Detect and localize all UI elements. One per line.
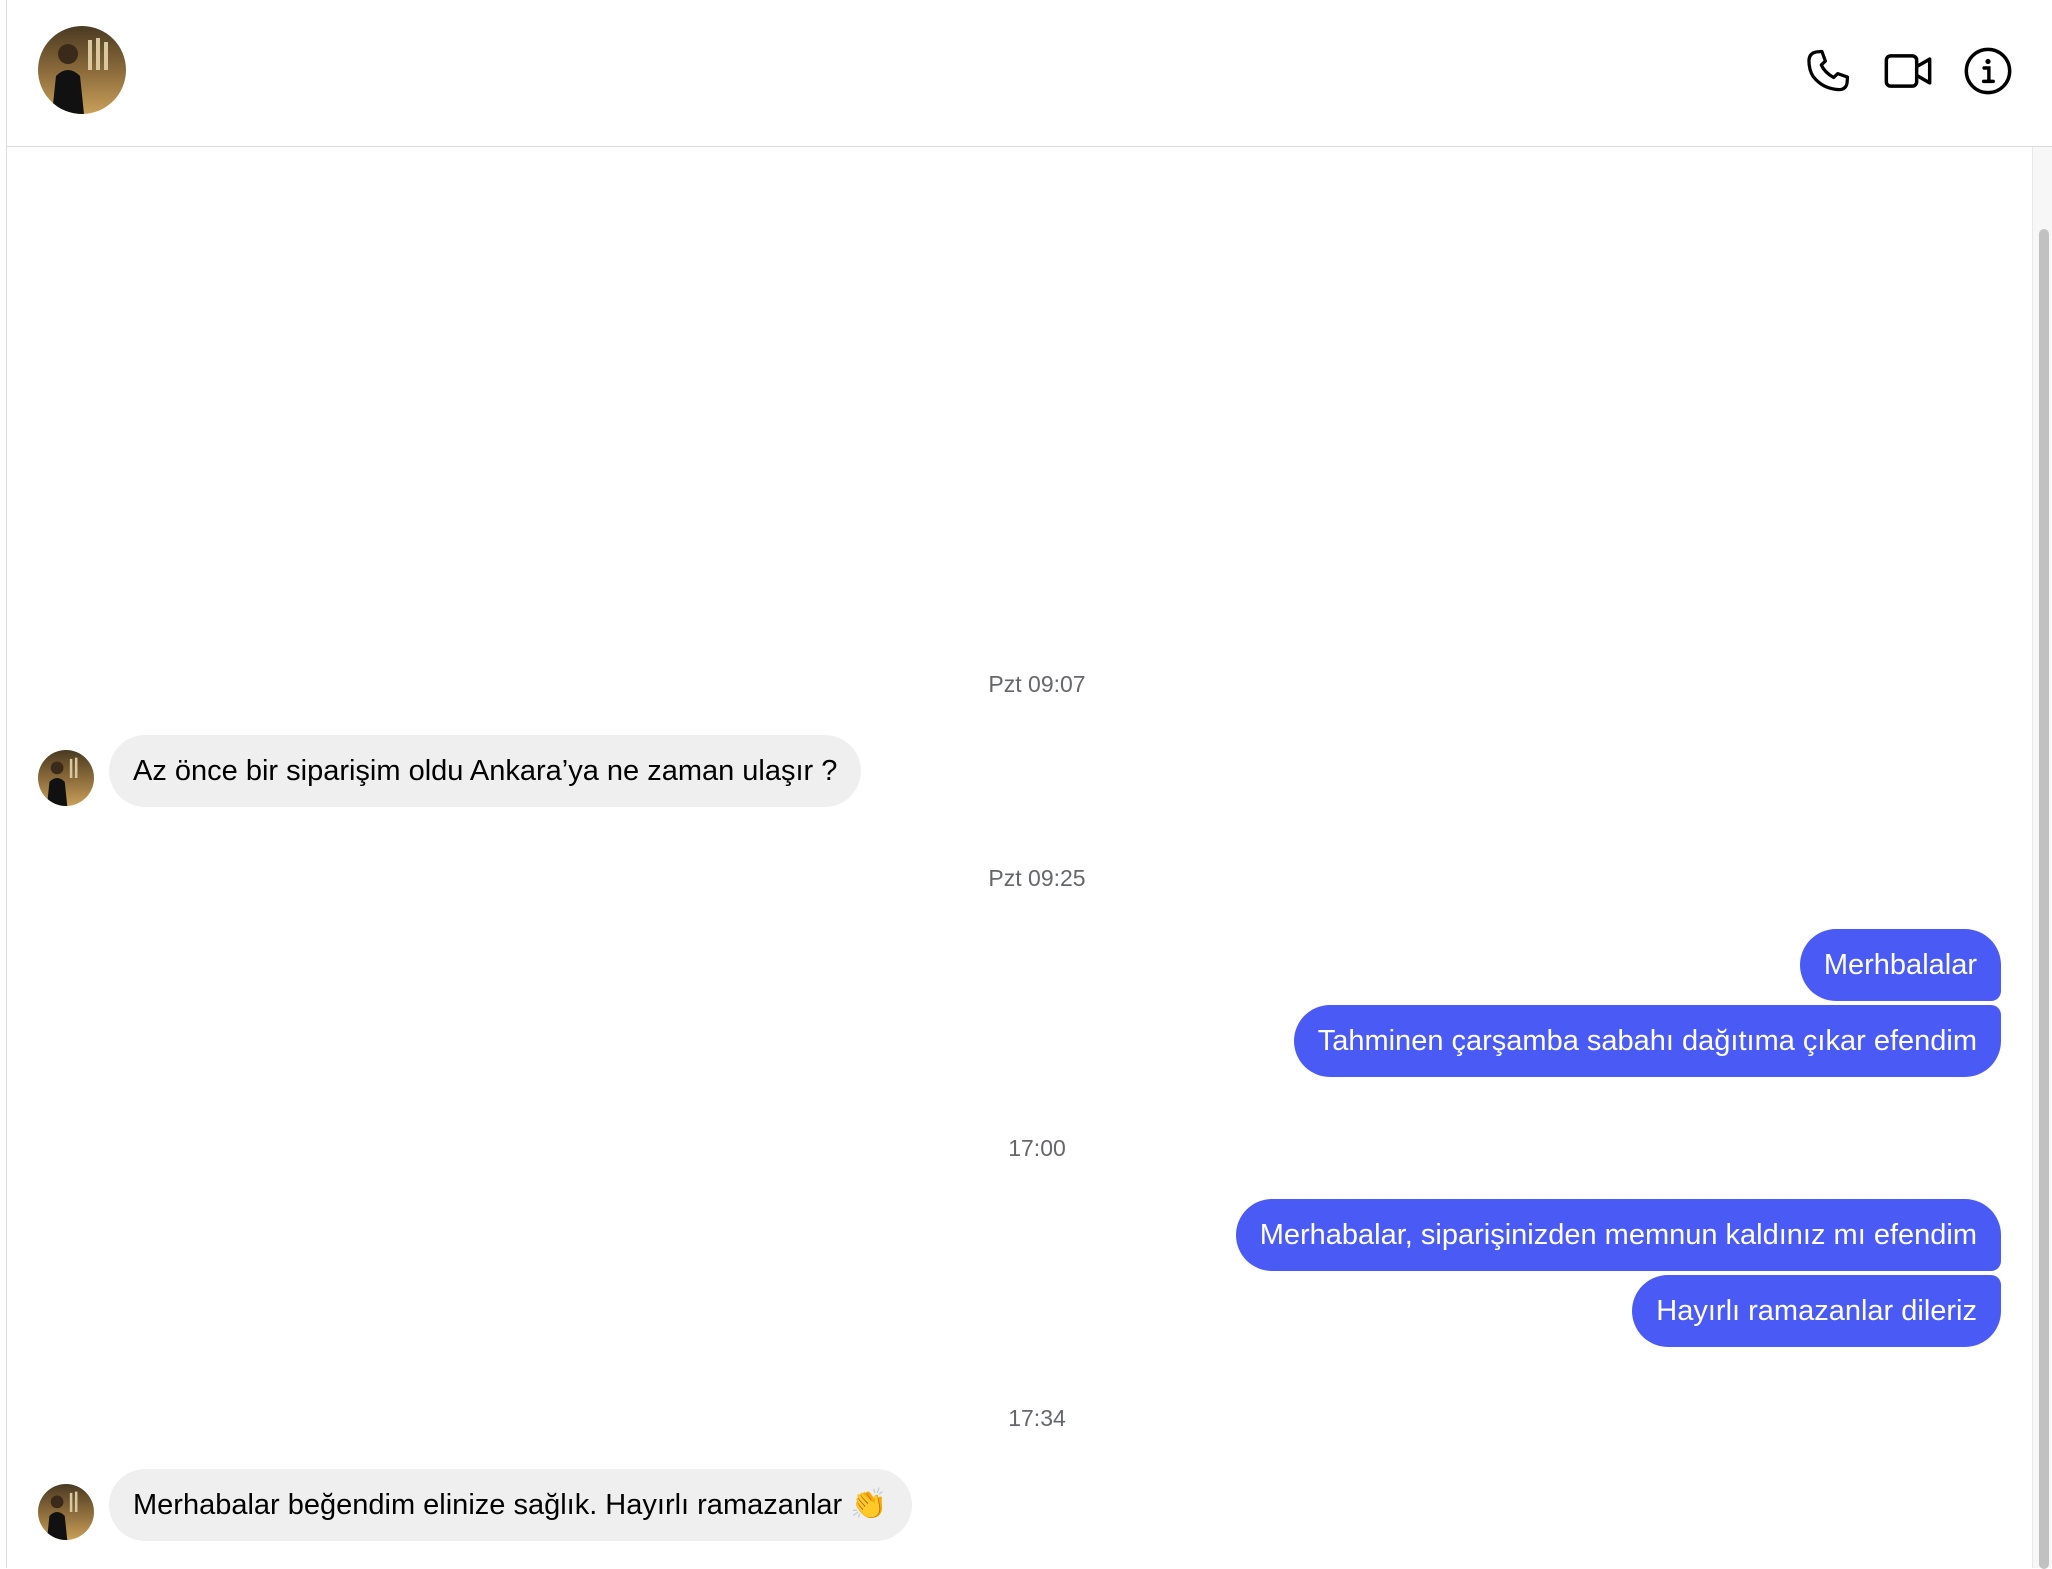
video-camera-icon [1884, 54, 1932, 88]
avatar-photo [38, 26, 126, 114]
message-text: Hayırlı ramazanlar dileriz [1656, 1295, 1977, 1327]
timestamp: 17:34 [1008, 1405, 1066, 1431]
message-text: Merhabalar beğendim elinize sağlık. Hayı… [133, 1489, 843, 1521]
timestamp: 17:00 [1008, 1135, 1066, 1161]
sender-avatar[interactable] [38, 750, 94, 806]
outgoing-message-bubble[interactable]: Merhabalar, siparişinizden memnun kaldın… [1235, 1199, 2001, 1271]
message-text: Tahminen çarşamba sabahı dağıtıma çıkar … [1317, 1025, 1977, 1057]
avatar-photo [38, 750, 94, 806]
outgoing-message-bubble[interactable]: Merhbalalar [1799, 929, 2001, 1001]
contact-avatar[interactable] [38, 26, 126, 114]
chat-window: Pzt 09:07 Az önce bir siparişim oldu Ank… [6, 0, 2052, 1569]
header-actions [1801, 44, 2015, 98]
scrollbar-thumb[interactable] [2039, 229, 2049, 1569]
conversation-info-button[interactable] [1961, 44, 2015, 98]
video-call-button[interactable] [1881, 44, 1935, 98]
message-text: Merhbalalar [1823, 949, 1977, 981]
outgoing-message-bubble[interactable]: Tahminen çarşamba sabahı dağıtıma çıkar … [1293, 1005, 2001, 1077]
phone-call-button[interactable] [1801, 44, 1855, 98]
message-thread: Pzt 09:07 Az önce bir siparişim oldu Ank… [7, 147, 2033, 1568]
sender-avatar[interactable] [38, 1484, 94, 1540]
message-text: Az önce bir siparişim oldu Ankara’ya ne … [133, 755, 838, 787]
timestamp: Pzt 09:25 [988, 865, 1086, 891]
chat-header [7, 0, 2052, 147]
clapping-hands-emoji: 👏 [850, 1488, 888, 1521]
message-text: Merhabalar, siparişinizden memnun kaldın… [1259, 1219, 1977, 1251]
phone-icon [1807, 49, 1850, 92]
info-icon [1964, 47, 2012, 95]
scrollbar[interactable] [2032, 147, 2052, 1569]
incoming-message-bubble[interactable]: Merhabalar beğendim elinize sağlık. Hayı… [109, 1469, 912, 1541]
outgoing-message-bubble[interactable]: Hayırlı ramazanlar dileriz [1632, 1275, 2001, 1347]
incoming-message-bubble[interactable]: Az önce bir siparişim oldu Ankara’ya ne … [109, 735, 862, 807]
avatar-photo [38, 1484, 94, 1540]
timestamp: Pzt 09:07 [988, 671, 1086, 697]
